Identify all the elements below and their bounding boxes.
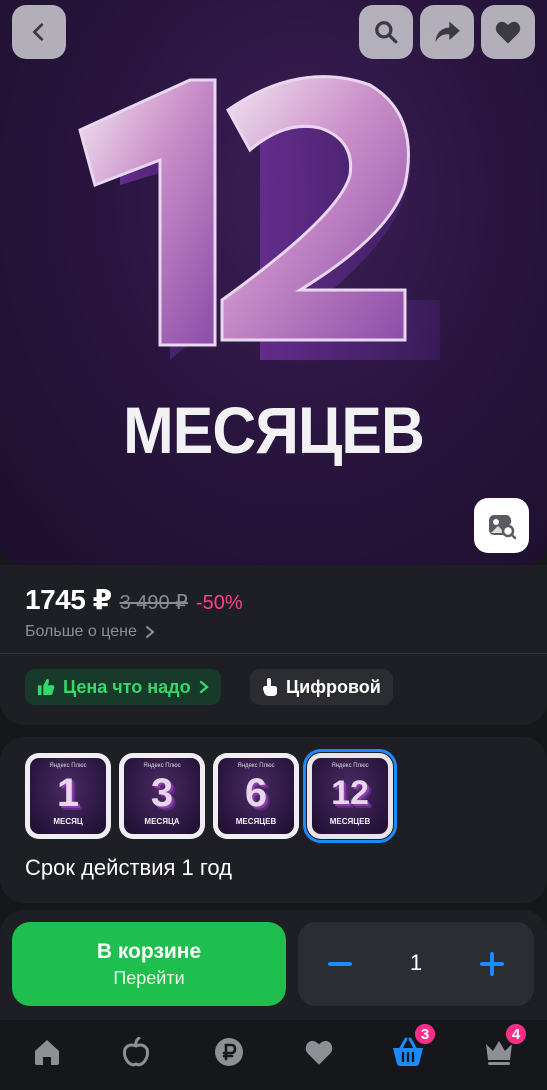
- thumb-brand: Яндекс Плюс: [143, 763, 181, 769]
- variant-thumb-3-months[interactable]: Яндекс Плюс 3 МЕСЯЦА: [119, 753, 205, 839]
- tab-catalog[interactable]: [111, 1030, 161, 1074]
- tab-profile[interactable]: 4: [474, 1022, 528, 1074]
- variant-label: Срок действия 1 год: [25, 855, 233, 880]
- cart-badge: 3: [413, 1022, 437, 1046]
- increase-quantity-button[interactable]: [470, 942, 514, 986]
- image-search-icon: [488, 514, 516, 539]
- chevron-right-icon: [199, 680, 209, 694]
- price-details-link[interactable]: Больше о цене: [25, 623, 155, 641]
- tag-digital[interactable]: Цифровой: [250, 669, 393, 705]
- price-card: 1745 ₽ 3 490 ₽ -50% Больше о цене Цена ч…: [0, 565, 547, 725]
- variant-thumb-6-months[interactable]: Яндекс Плюс 6 МЕСЯЦЕВ: [213, 753, 299, 839]
- tab-home[interactable]: [22, 1030, 72, 1074]
- quantity-value: 1: [409, 950, 423, 975]
- search-button[interactable]: [359, 5, 413, 59]
- favorites-icon: [305, 1040, 333, 1065]
- thumb-number: 12: [331, 774, 369, 812]
- tag-good-price[interactable]: Цена что надо: [25, 669, 221, 705]
- thumb-word: МЕСЯЦЕВ: [329, 817, 371, 826]
- plus-icon: [480, 952, 504, 976]
- divider: [0, 653, 547, 654]
- thumb-number: 1: [56, 771, 80, 815]
- cart-button-subtitle: Перейти: [113, 967, 185, 988]
- tab-cart[interactable]: 3: [383, 1022, 437, 1074]
- variant-thumb-1-month[interactable]: Яндекс Плюс 1 МЕСЯЦ: [25, 753, 111, 839]
- variant-thumb-12-months[interactable]: Яндекс Плюс 12 МЕСЯЦЕВ: [303, 749, 397, 843]
- thumb-word: МЕСЯЦЕВ: [235, 817, 277, 826]
- thumb-word: МЕСЯЦА: [144, 817, 180, 826]
- quantity-stepper: 1: [298, 922, 534, 1006]
- chevron-right-icon: [145, 626, 155, 638]
- home-icon: [35, 1040, 59, 1065]
- share-button[interactable]: [420, 5, 474, 59]
- hero-caption: МЕСЯЦЕВ: [123, 393, 425, 467]
- tap-icon: [263, 678, 277, 696]
- discount-badge: -50%: [195, 592, 243, 614]
- image-search-button[interactable]: [474, 498, 529, 553]
- decrease-quantity-button[interactable]: [318, 942, 362, 986]
- ruble-icon: [215, 1038, 243, 1066]
- go-to-cart-button[interactable]: В корзине Перейти: [12, 922, 286, 1006]
- tab-finance[interactable]: [204, 1030, 254, 1074]
- bottom-tab-bar: 3 4: [0, 1020, 547, 1090]
- tag-good-price-label: Цена что надо: [63, 676, 191, 697]
- thumb-brand: Яндекс Плюс: [237, 763, 275, 769]
- catalog-icon: [123, 1037, 149, 1067]
- thumb-brand: Яндекс Плюс: [49, 763, 87, 769]
- action-bar: В корзине Перейти 1: [0, 910, 547, 1020]
- price-row: 1745 ₽ 3 490 ₽ -50%: [25, 583, 243, 616]
- thumbs-up-icon: [37, 678, 55, 696]
- minus-icon: [328, 962, 352, 966]
- profile-badge: 4: [504, 1022, 528, 1046]
- thumb-brand: Яндекс Плюс: [331, 763, 369, 769]
- tag-digital-label: Цифровой: [286, 676, 381, 697]
- product-image[interactable]: МЕСЯЦЕВ: [0, 0, 547, 565]
- heart-icon: [495, 21, 521, 44]
- back-button[interactable]: [12, 5, 66, 59]
- search-icon: [375, 21, 398, 44]
- thumb-number: 3: [150, 771, 174, 815]
- price-details-label: Больше о цене: [25, 623, 137, 640]
- thumb-number: 6: [244, 771, 268, 815]
- thumb-word: МЕСЯЦ: [53, 817, 83, 826]
- product-artwork: [78, 75, 440, 360]
- old-price: 3 490 ₽: [119, 592, 188, 614]
- tab-favorites[interactable]: [294, 1030, 344, 1074]
- favorite-button[interactable]: [481, 5, 535, 59]
- chevron-left-icon: [33, 23, 44, 41]
- variant-selector: Яндекс Плюс 1 МЕСЯЦ Яндекс Плюс 3 МЕСЯЦА…: [0, 737, 547, 903]
- cart-button-title: В корзине: [96, 939, 202, 963]
- share-icon: [435, 21, 460, 43]
- current-price: 1745 ₽: [25, 584, 112, 615]
